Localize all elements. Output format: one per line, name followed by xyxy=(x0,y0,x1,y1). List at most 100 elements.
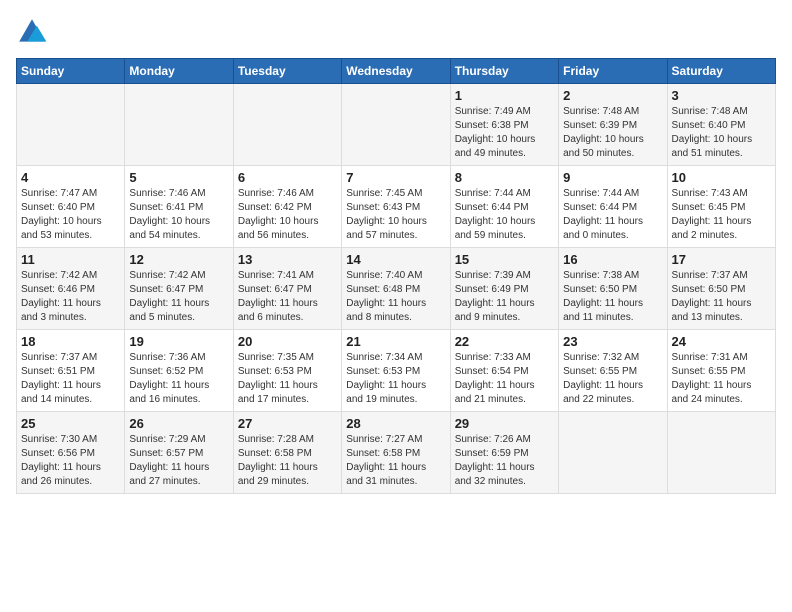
day-number: 20 xyxy=(238,334,337,349)
calendar-cell: 17Sunrise: 7:37 AMSunset: 6:50 PMDayligh… xyxy=(667,248,775,330)
cell-content: Sunset: 6:47 PM xyxy=(238,283,337,297)
cell-content: Sunrise: 7:32 AM xyxy=(563,351,662,365)
column-header-friday: Friday xyxy=(559,59,667,84)
week-row-4: 18Sunrise: 7:37 AMSunset: 6:51 PMDayligh… xyxy=(17,330,776,412)
cell-content: Sunrise: 7:47 AM xyxy=(21,187,120,201)
day-number: 24 xyxy=(672,334,771,349)
day-number: 10 xyxy=(672,170,771,185)
day-number: 27 xyxy=(238,416,337,431)
day-number: 5 xyxy=(129,170,228,185)
calendar-table: SundayMondayTuesdayWednesdayThursdayFrid… xyxy=(16,58,776,494)
calendar-cell: 14Sunrise: 7:40 AMSunset: 6:48 PMDayligh… xyxy=(342,248,450,330)
calendar-cell: 2Sunrise: 7:48 AMSunset: 6:39 PMDaylight… xyxy=(559,84,667,166)
cell-content: Sunrise: 7:49 AM xyxy=(455,105,554,119)
calendar-cell xyxy=(342,84,450,166)
cell-content: Sunrise: 7:39 AM xyxy=(455,269,554,283)
cell-content: and 54 minutes. xyxy=(129,229,228,243)
day-number: 4 xyxy=(21,170,120,185)
cell-content: Daylight: 11 hours xyxy=(21,379,120,393)
cell-content: and 56 minutes. xyxy=(238,229,337,243)
cell-content: Daylight: 11 hours xyxy=(346,297,445,311)
day-number: 21 xyxy=(346,334,445,349)
cell-content: Sunset: 6:55 PM xyxy=(563,365,662,379)
cell-content: and 27 minutes. xyxy=(129,475,228,489)
day-number: 11 xyxy=(21,252,120,267)
cell-content: Sunset: 6:43 PM xyxy=(346,201,445,215)
calendar-cell: 20Sunrise: 7:35 AMSunset: 6:53 PMDayligh… xyxy=(233,330,341,412)
calendar-cell: 6Sunrise: 7:46 AMSunset: 6:42 PMDaylight… xyxy=(233,166,341,248)
day-number: 3 xyxy=(672,88,771,103)
calendar-cell: 27Sunrise: 7:28 AMSunset: 6:58 PMDayligh… xyxy=(233,412,341,494)
cell-content: and 32 minutes. xyxy=(455,475,554,489)
calendar-cell: 28Sunrise: 7:27 AMSunset: 6:58 PMDayligh… xyxy=(342,412,450,494)
cell-content: Daylight: 11 hours xyxy=(455,297,554,311)
cell-content: Sunrise: 7:42 AM xyxy=(21,269,120,283)
week-row-3: 11Sunrise: 7:42 AMSunset: 6:46 PMDayligh… xyxy=(17,248,776,330)
cell-content: Sunrise: 7:45 AM xyxy=(346,187,445,201)
cell-content: Sunset: 6:52 PM xyxy=(129,365,228,379)
calendar-cell: 3Sunrise: 7:48 AMSunset: 6:40 PMDaylight… xyxy=(667,84,775,166)
column-header-wednesday: Wednesday xyxy=(342,59,450,84)
cell-content: Sunrise: 7:48 AM xyxy=(672,105,771,119)
calendar-cell: 19Sunrise: 7:36 AMSunset: 6:52 PMDayligh… xyxy=(125,330,233,412)
cell-content: Sunrise: 7:37 AM xyxy=(672,269,771,283)
cell-content: Daylight: 11 hours xyxy=(346,379,445,393)
calendar-cell: 13Sunrise: 7:41 AMSunset: 6:47 PMDayligh… xyxy=(233,248,341,330)
cell-content: Sunset: 6:53 PM xyxy=(346,365,445,379)
cell-content: and 22 minutes. xyxy=(563,393,662,407)
cell-content: Daylight: 11 hours xyxy=(455,461,554,475)
calendar-cell: 18Sunrise: 7:37 AMSunset: 6:51 PMDayligh… xyxy=(17,330,125,412)
cell-content: Sunset: 6:45 PM xyxy=(672,201,771,215)
day-number: 26 xyxy=(129,416,228,431)
calendar-cell: 25Sunrise: 7:30 AMSunset: 6:56 PMDayligh… xyxy=(17,412,125,494)
cell-content: and 57 minutes. xyxy=(346,229,445,243)
calendar-cell: 11 Sunrise: 7:42 AMSunset: 6:46 PMDayligh… xyxy=(17,248,125,330)
cell-content: Sunset: 6:55 PM xyxy=(672,365,771,379)
calendar-cell: 23Sunrise: 7:32 AMSunset: 6:55 PMDayligh… xyxy=(559,330,667,412)
cell-content: Sunrise: 7:46 AM xyxy=(129,187,228,201)
day-number: 1 xyxy=(455,88,554,103)
cell-content: Sunset: 6:46 PM xyxy=(21,283,120,297)
cell-content: Daylight: 10 hours xyxy=(21,215,120,229)
cell-content: Daylight: 11 hours xyxy=(21,297,120,311)
cell-content: Daylight: 11 hours xyxy=(672,297,771,311)
day-number: 28 xyxy=(346,416,445,431)
cell-content: Sunrise: 7:28 AM xyxy=(238,433,337,447)
cell-content: Sunset: 6:58 PM xyxy=(346,447,445,461)
calendar-body: 1Sunrise: 7:49 AMSunset: 6:38 PMDaylight… xyxy=(17,84,776,494)
cell-content: and 3 minutes. xyxy=(21,311,120,325)
calendar-cell xyxy=(667,412,775,494)
cell-content: Sunset: 6:39 PM xyxy=(563,119,662,133)
cell-content: Daylight: 10 hours xyxy=(455,215,554,229)
day-number: 23 xyxy=(563,334,662,349)
cell-content: Daylight: 11 hours xyxy=(129,379,228,393)
day-number: 16 xyxy=(563,252,662,267)
cell-content: Sunset: 6:53 PM xyxy=(238,365,337,379)
cell-content: Sunset: 6:54 PM xyxy=(455,365,554,379)
cell-content: Sunrise: 7:34 AM xyxy=(346,351,445,365)
cell-content: Sunrise: 7:40 AM xyxy=(346,269,445,283)
cell-content: Daylight: 11 hours xyxy=(346,461,445,475)
cell-content: Sunrise: 7:38 AM xyxy=(563,269,662,283)
cell-content: Sunset: 6:50 PM xyxy=(672,283,771,297)
calendar-header: SundayMondayTuesdayWednesdayThursdayFrid… xyxy=(17,59,776,84)
calendar-cell xyxy=(17,84,125,166)
cell-content: Daylight: 11 hours xyxy=(129,297,228,311)
day-number: 8 xyxy=(455,170,554,185)
cell-content: and 26 minutes. xyxy=(21,475,120,489)
logo xyxy=(16,16,52,48)
cell-content: Sunrise: 7:35 AM xyxy=(238,351,337,365)
day-number: 22 xyxy=(455,334,554,349)
cell-content: Sunset: 6:59 PM xyxy=(455,447,554,461)
cell-content: and 53 minutes. xyxy=(21,229,120,243)
calendar-cell: 9Sunrise: 7:44 AMSunset: 6:44 PMDaylight… xyxy=(559,166,667,248)
cell-content: and 51 minutes. xyxy=(672,147,771,161)
cell-content: Sunset: 6:50 PM xyxy=(563,283,662,297)
day-number: 25 xyxy=(21,416,120,431)
cell-content: Daylight: 10 hours xyxy=(563,133,662,147)
calendar-cell: 12Sunrise: 7:42 AMSunset: 6:47 PMDayligh… xyxy=(125,248,233,330)
cell-content: Daylight: 11 hours xyxy=(563,297,662,311)
cell-content: Daylight: 11 hours xyxy=(238,461,337,475)
cell-content: and 24 minutes. xyxy=(672,393,771,407)
cell-content: and 11 minutes. xyxy=(563,311,662,325)
